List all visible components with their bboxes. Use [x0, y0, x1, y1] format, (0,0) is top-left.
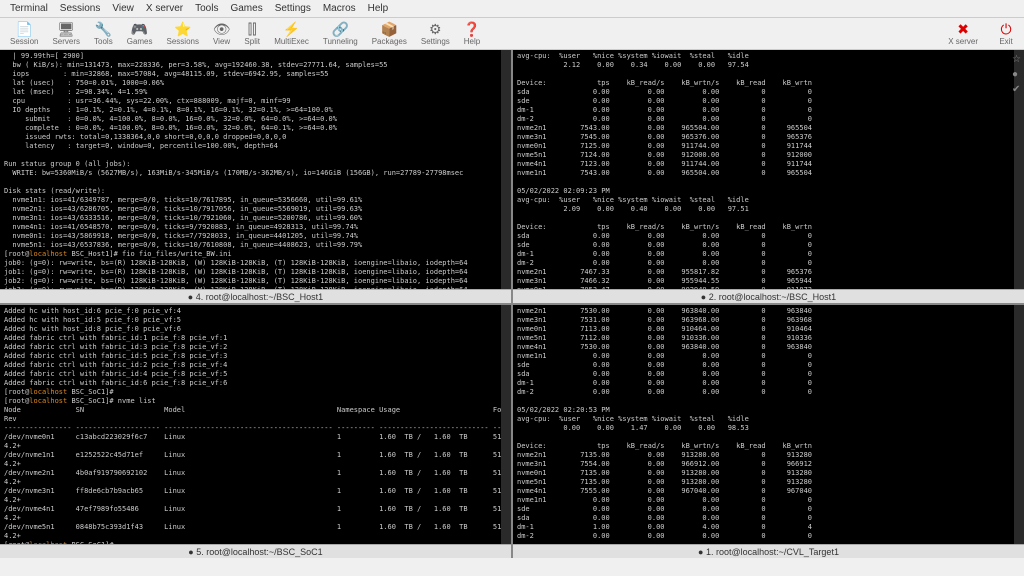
sessions-icon: ⭐ — [175, 21, 191, 37]
scrollbar[interactable] — [1014, 305, 1024, 544]
split-icon: ⫿⫿ — [244, 21, 260, 37]
menu-tools[interactable]: Tools — [189, 3, 224, 14]
menu-xserver[interactable]: X server — [140, 3, 189, 14]
terminal-pane-bottom-left[interactable]: Added hc with host_id:6 pcie_f:0 pcie_vf… — [0, 305, 511, 558]
terminal-tab-2[interactable]: ● 2. root@localhost:~/BSC_Host1 — [513, 289, 1024, 303]
tool-games[interactable]: 🎮Games — [121, 19, 159, 48]
tool-exit[interactable]: ⏻Exit — [992, 19, 1020, 48]
settings-icon: ⚙ — [427, 21, 443, 37]
xserver-icon: ✖ — [955, 21, 971, 37]
tool-multiexec[interactable]: ⚡MultiExec — [268, 19, 315, 48]
toolbar: 📄Session 🖥Servers 🔧Tools 🎮Games ⭐Session… — [0, 18, 1024, 50]
tool-packages[interactable]: 📦Packages — [366, 19, 413, 48]
view-icon: 👁 — [214, 21, 230, 37]
exit-icon: ⏻ — [998, 21, 1014, 37]
tool-tools[interactable]: 🔧Tools — [88, 19, 119, 48]
menu-settings[interactable]: Settings — [269, 3, 317, 14]
help-icon: ❓ — [464, 21, 480, 37]
star-icon[interactable]: ☆ — [1012, 54, 1022, 65]
terminal-tab-4[interactable]: ● 1. root@localhost:~/CVL_Target1 — [513, 544, 1024, 558]
tool-session[interactable]: 📄Session — [4, 19, 44, 48]
multiexec-icon: ⚡ — [284, 21, 300, 37]
packages-icon: 📦 — [381, 21, 397, 37]
check-icon[interactable]: ✔ — [1012, 84, 1022, 95]
menu-terminal[interactable]: Terminal — [4, 3, 54, 14]
scrollbar[interactable] — [501, 50, 511, 289]
tool-split[interactable]: ⫿⫿Split — [238, 19, 266, 48]
games-icon: 🎮 — [132, 21, 148, 37]
scrollbar[interactable] — [501, 305, 511, 544]
terminal-pane-bottom-right[interactable]: nvme2n1 7530.00 0.00 963840.00 0 963840 … — [513, 305, 1024, 558]
menu-help[interactable]: Help — [362, 3, 395, 14]
menu-view[interactable]: View — [106, 3, 140, 14]
tool-view[interactable]: 👁View — [207, 19, 236, 48]
terminal-pane-top-right[interactable]: avg-cpu: %user %nice %system %iowait %st… — [513, 50, 1024, 303]
tool-settings[interactable]: ⚙Settings — [415, 19, 456, 48]
servers-icon: 🖥 — [58, 21, 74, 37]
session-icon: 📄 — [16, 21, 32, 37]
terminal-output-1[interactable]: | 99.99th=[ 2900] bw ( KiB/s): min=13147… — [0, 50, 511, 289]
menu-macros[interactable]: Macros — [317, 3, 362, 14]
menu-sessions[interactable]: Sessions — [54, 3, 107, 14]
tool-tunneling[interactable]: 🔗Tunneling — [317, 19, 364, 48]
quad-split-container: | 99.99th=[ 2900] bw ( KiB/s): min=13147… — [0, 50, 1024, 558]
menu-bar: Terminal Sessions View X server Tools Ga… — [0, 0, 1024, 18]
terminal-output-4[interactable]: nvme2n1 7530.00 0.00 963840.00 0 963840 … — [513, 305, 1024, 544]
terminal-output-3[interactable]: Added hc with host_id:6 pcie_f:0 pcie_vf… — [0, 305, 511, 544]
tunneling-icon: 🔗 — [332, 21, 348, 37]
right-sidebar-icons: ☆ ● ✔ — [1010, 50, 1024, 99]
terminal-tab-3[interactable]: ● 5. root@localhost:~/BSC_SoC1 — [0, 544, 511, 558]
terminal-pane-top-left[interactable]: | 99.99th=[ 2900] bw ( KiB/s): min=13147… — [0, 50, 511, 303]
menu-games[interactable]: Games — [224, 3, 268, 14]
tool-xserver[interactable]: ✖X server — [942, 19, 984, 48]
dot-icon[interactable]: ● — [1012, 69, 1022, 80]
tools-icon: 🔧 — [95, 21, 111, 37]
tool-help[interactable]: ❓Help — [458, 19, 486, 48]
tool-servers[interactable]: 🖥Servers — [46, 19, 86, 48]
terminal-tab-1[interactable]: ● 4. root@localhost:~/BSC_Host1 — [0, 289, 511, 303]
tool-sessions[interactable]: ⭐Sessions — [161, 19, 205, 48]
terminal-output-2[interactable]: avg-cpu: %user %nice %system %iowait %st… — [513, 50, 1024, 289]
